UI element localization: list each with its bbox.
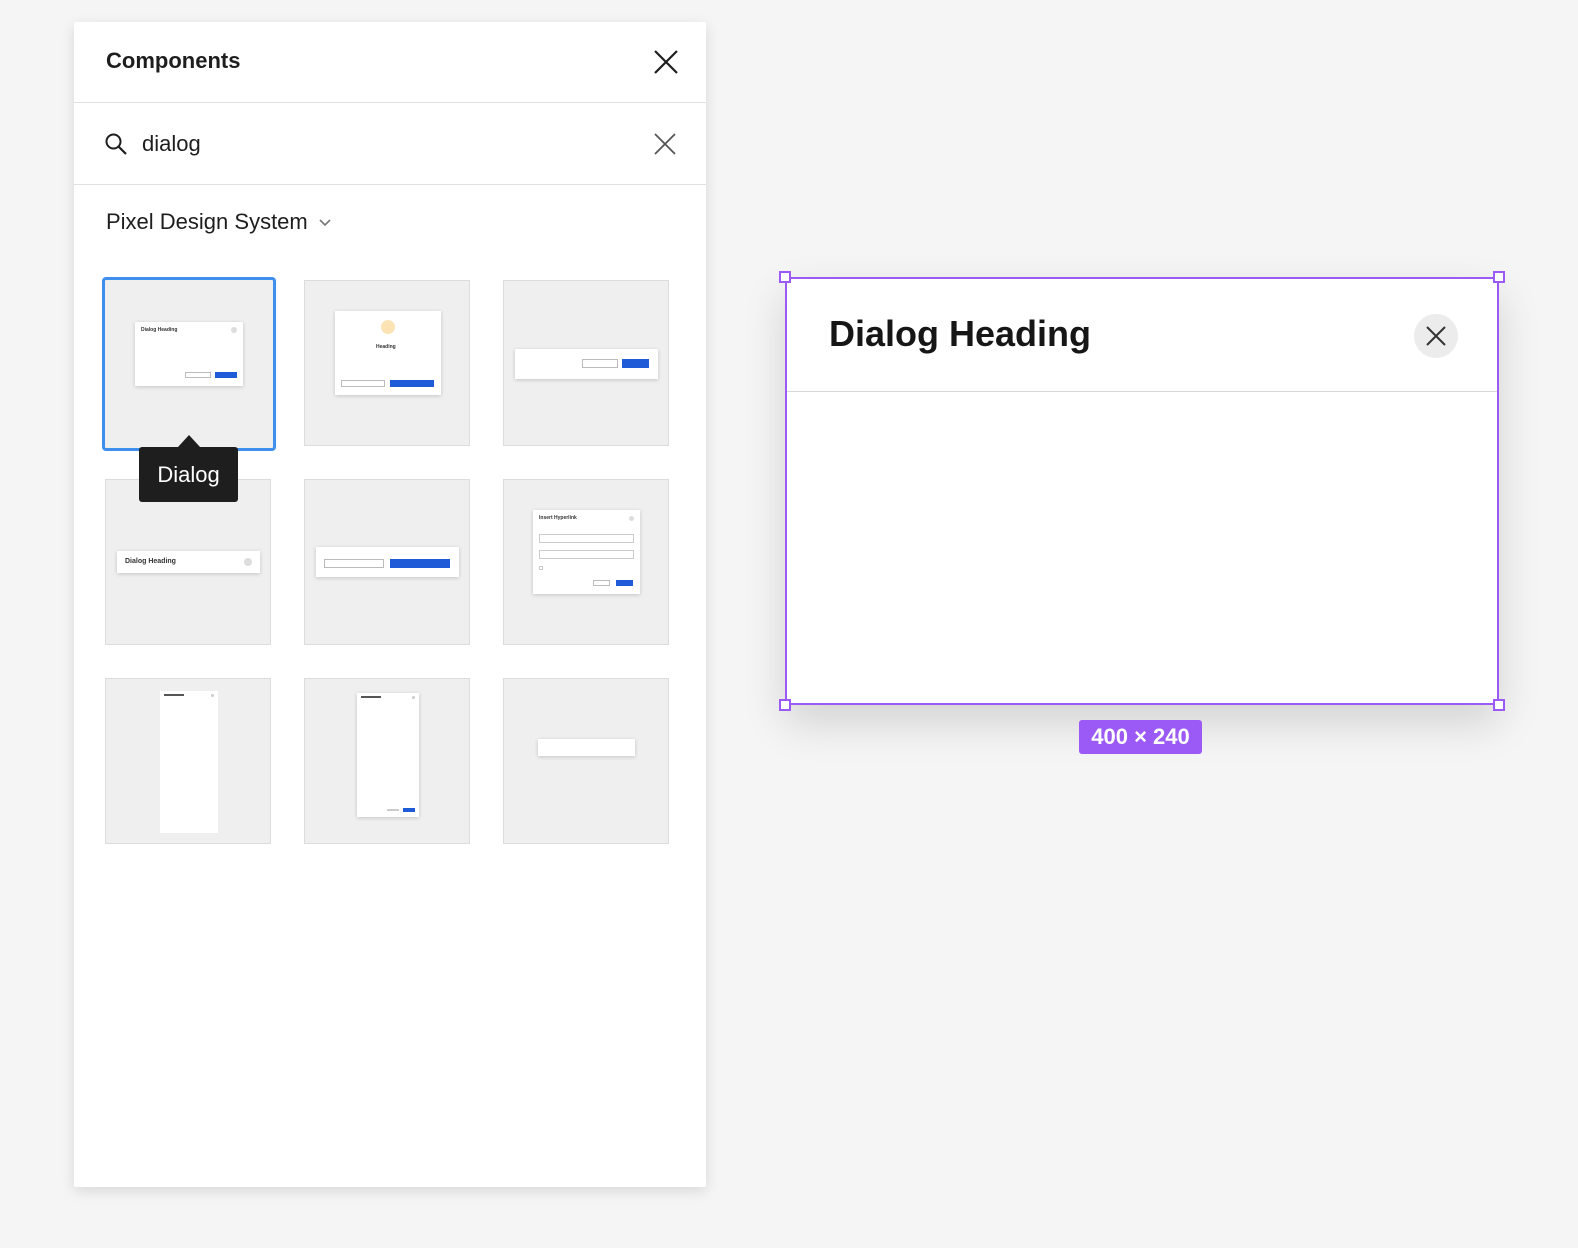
- tile-close-icon: [231, 327, 237, 333]
- tile-heading: Insert Hyperlink: [539, 515, 577, 521]
- resize-handle-bottom-right[interactable]: [1493, 699, 1505, 711]
- search-icon: [104, 132, 128, 156]
- component-tile-panel-tall-actions[interactable]: [304, 678, 470, 844]
- tile-primary-button: [215, 372, 237, 378]
- tile-heading: Dialog Heading: [125, 558, 176, 565]
- tile-secondary-button: [185, 372, 211, 378]
- library-dropdown[interactable]: Pixel Design System: [106, 207, 332, 237]
- tile-preview: Dialog Heading: [135, 322, 243, 386]
- panel-header: Components: [74, 22, 706, 103]
- resize-handle-top-left[interactable]: [779, 271, 791, 283]
- close-icon[interactable]: [650, 46, 682, 78]
- component-tile-dialog-header[interactable]: Dialog Heading: [105, 479, 271, 645]
- tile-close-icon: [211, 694, 214, 697]
- tile-secondary-button: [387, 809, 399, 811]
- tile-heading: Heading: [376, 344, 396, 350]
- tile-close-icon: [244, 558, 252, 566]
- component-tile-dialog-actions[interactable]: [304, 479, 470, 645]
- dialog-heading: Dialog Heading: [829, 313, 1092, 354]
- component-tile-dialog-footer[interactable]: [503, 280, 669, 446]
- tile-primary-button: [616, 580, 633, 586]
- tile-primary-button: [390, 559, 450, 568]
- tile-heading: Dialog Heading: [141, 327, 178, 333]
- search-input[interactable]: [142, 127, 622, 161]
- tile-secondary-button: [582, 359, 618, 368]
- component-tile-insert-hyperlink[interactable]: Insert Hyperlink: [503, 479, 669, 645]
- size-badge: 400 × 240: [1079, 720, 1202, 754]
- tile-secondary-button: [593, 580, 610, 586]
- tile-close-icon: [412, 696, 415, 699]
- tooltip: Dialog: [139, 447, 238, 502]
- tile-secondary-button: [341, 380, 385, 387]
- resize-handle-bottom-left[interactable]: [779, 699, 791, 711]
- tile-primary-button: [403, 808, 415, 812]
- tile-close-icon: [629, 516, 634, 521]
- tile-preview: Heading: [335, 311, 441, 395]
- library-label: Pixel Design System: [106, 209, 308, 234]
- panel-title: Components: [106, 48, 241, 73]
- tile-field: [539, 534, 634, 543]
- tile-preview: Insert Hyperlink: [533, 510, 640, 594]
- tile-preview: Dialog Heading: [117, 551, 260, 573]
- dialog-header: Dialog Heading: [787, 279, 1497, 392]
- tile-preview: [357, 693, 419, 817]
- chevron-down-icon: [318, 215, 332, 229]
- tile-preview: [316, 547, 459, 577]
- close-icon[interactable]: [1414, 314, 1458, 358]
- canvas-dialog[interactable]: Dialog Heading: [785, 277, 1499, 705]
- tile-primary-button: [622, 359, 649, 368]
- tile-checkbox: [539, 566, 543, 570]
- tile-preview: [160, 691, 218, 833]
- component-tile-dialog[interactable]: Dialog Heading: [102, 277, 276, 451]
- component-tile-panel-tall[interactable]: [105, 678, 271, 844]
- search-bar: [74, 103, 706, 185]
- component-tile-dialog-icon-heading[interactable]: Heading: [304, 280, 470, 446]
- tile-field: [539, 550, 634, 559]
- tooltip-arrow: [178, 435, 200, 447]
- tile-preview: [515, 349, 658, 379]
- component-tile-bar[interactable]: [503, 678, 669, 844]
- clear-icon[interactable]: [652, 131, 678, 157]
- tile-preview: [538, 739, 635, 756]
- tile-heading-line: [361, 696, 381, 698]
- tile-primary-button: [390, 380, 434, 387]
- tile-heading-line: [164, 694, 184, 696]
- resize-handle-top-right[interactable]: [1493, 271, 1505, 283]
- tile-secondary-button: [324, 559, 384, 568]
- bell-icon: [381, 320, 395, 334]
